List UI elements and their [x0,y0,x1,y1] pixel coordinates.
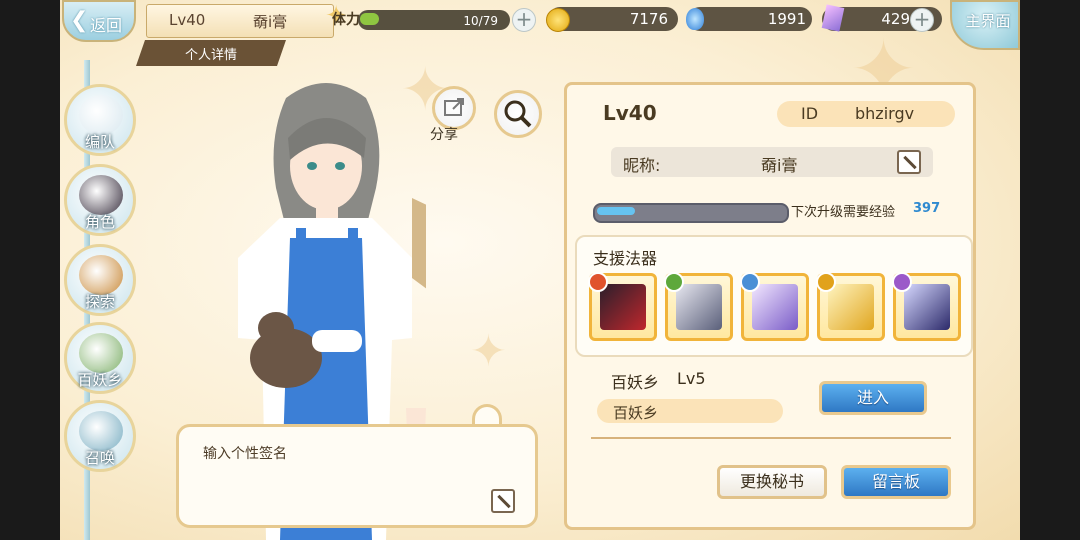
side-menu-label: 百妖乡 [77,371,123,389]
change-secretary-button[interactable]: 更换秘书 [717,465,827,499]
search-button[interactable] [494,90,542,138]
support-weapon-slot[interactable] [816,272,885,341]
back-button[interactable]: ❮ 返回 [62,0,136,42]
id-value: bhzirgv [855,104,915,123]
element-badge-icon [664,272,684,292]
share-label: 分享 [430,127,458,143]
side-menu-label: 召唤 [84,449,115,467]
back-label: 返回 [90,16,123,35]
xp-bar [593,203,789,223]
element-badge-icon [588,272,608,292]
support-weapon-slot[interactable] [588,272,657,341]
element-badge-icon [816,272,836,292]
profile-screen: ✦ ✦ ✦ 编队 角色 探索 百妖乡 召唤 ❮ 返回 Lv40 奣i膏 ✦ 个人详情 体… [60,0,1020,540]
side-menu-label: 角色 [84,213,115,231]
id-label: ID [801,104,819,123]
nickname-label: 昵称: [623,156,661,175]
xp-label: 下次升级需要经验 [791,205,896,220]
stamina-label: 体力 [332,12,360,28]
support-title: 支援法器 [593,249,658,268]
profile-panel: Lv40 ID bhzirgv 昵称: 奣i膏 下次升级需要经验 397 支援法… [564,82,976,530]
support-weapon-slot[interactable] [892,272,961,341]
right-letterbox [1020,0,1080,540]
element-badge-icon [892,272,912,292]
explore-icon [79,255,123,295]
add-crystal-button[interactable]: + [910,8,934,32]
village-level: Lv5 [677,369,706,388]
village-name: 百妖乡 [611,373,660,392]
side-menu-item-1[interactable]: 角色 [64,164,136,236]
home-label: 主界面 [965,12,1011,30]
spirit-counter: 1991 [688,7,812,31]
signature-box[interactable]: 输入个性签名 [176,424,538,528]
village-icon [79,333,123,373]
stamina-fill [360,13,380,25]
coin-value: 7176 [629,10,668,28]
panel-divider [591,437,951,439]
crossbow-weapon-icon [676,284,722,330]
dark-sword-weapon-icon [904,284,950,330]
coin-icon [546,8,570,32]
signature-placeholder: 输入个性签名 [203,446,287,462]
decor-star-icon: ✦ [470,326,507,377]
magnifier-icon [504,100,532,128]
village-pill: 百妖乡 [597,399,783,423]
player-name: 奣i膏 [253,13,288,31]
xp-value: 397 [913,201,941,216]
enter-village-button[interactable]: 进入 [819,381,927,415]
character-icon [79,175,123,215]
tab-personal-details[interactable]: 个人详情 [136,40,286,66]
nickname-value: 奣i膏 [761,156,798,175]
golden-blade-weapon-icon [828,284,874,330]
red-fan-weapon-icon [600,284,646,330]
stamina-text: 10/79 [463,14,498,28]
side-menu-item-2[interactable]: 探索 [64,244,136,316]
home-button[interactable]: 主界面 [950,0,1020,50]
message-board-button[interactable]: 留言板 [841,465,951,499]
player-tab: Lv40 奣i膏 ✦ [146,1,347,38]
tab-personal-details-label: 个人详情 [184,48,237,63]
back-arrow-icon: ❮ [70,8,89,33]
add-stamina-button[interactable]: + [512,8,536,32]
edit-signature-icon[interactable] [491,489,515,513]
support-artifacts-box: 支援法器 [575,235,973,357]
purple-sword-weapon-icon [752,284,798,330]
player-level: Lv40 [169,11,206,29]
element-badge-icon [740,272,760,292]
side-menu-item-0[interactable]: 编队 [64,84,136,156]
spirit-value: 1991 [767,10,806,28]
nickname-row: 昵称: 奣i膏 [611,147,933,177]
side-menu-item-3[interactable]: 百妖乡 [64,322,136,394]
left-letterbox [0,0,60,540]
team-icon [79,95,123,135]
stamina-bar: 10/79 [358,10,510,30]
spirit-flame-icon [686,8,704,30]
xp-fill [597,207,635,215]
village-pill-label: 百妖乡 [613,404,659,422]
support-weapon-slot[interactable] [664,272,733,341]
side-menu-label: 探索 [84,293,115,311]
share-icon [444,98,464,116]
summon-icon [79,411,123,451]
crystal-value: 429 [881,10,910,28]
id-pill: ID bhzirgv [777,101,955,127]
side-menu-item-4[interactable]: 召唤 [64,400,136,472]
edit-nickname-icon[interactable] [897,150,921,174]
side-menu-label: 编队 [84,133,115,151]
profile-level: Lv40 [603,101,657,125]
support-weapon-slot[interactable] [740,272,809,341]
game-screen: ✦ ✦ ✦ 编队 角色 探索 百妖乡 召唤 ❮ 返回 Lv40 奣i膏 ✦ 个人详情 体… [0,0,1080,540]
